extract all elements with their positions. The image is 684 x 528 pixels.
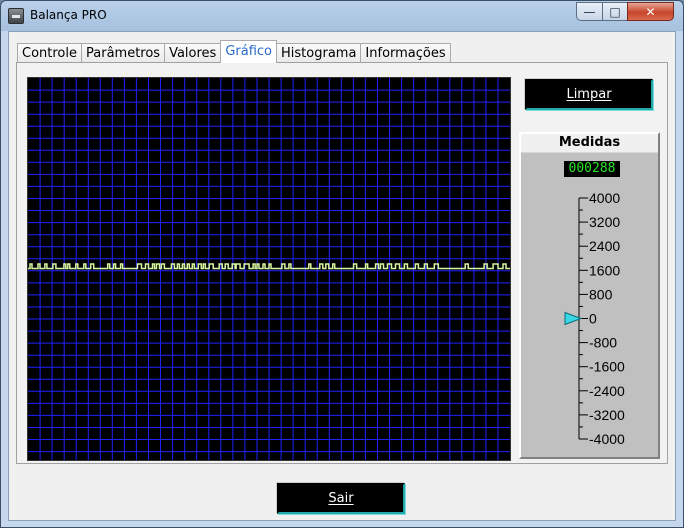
close-button[interactable]: ✕: [627, 2, 674, 21]
tab-controle[interactable]: Controle: [17, 43, 82, 63]
title-bar[interactable]: Balança PRO — □ ✕: [1, 1, 683, 31]
graph-tab-panel: Limpar Medidas 000288 4000 3200 2400 1600 80…: [16, 62, 668, 464]
scale-app-icon[interactable]: [8, 8, 24, 24]
measures-gauge-panel: Medidas 000288 4000 3200 2400 1600 800 0 -800-…: [519, 132, 660, 459]
tab-grafico[interactable]: Gráfico: [220, 40, 278, 63]
graph-canvas: [28, 78, 510, 460]
scale-label: 1600: [589, 262, 620, 278]
tab-strip: Controle Parâmetros Valores Gráfico Hist…: [17, 40, 451, 63]
gauge-scale: 4000 3200 2400 1600 800 0 -800 -1600 -2400 -3200 -…: [564, 190, 625, 447]
maximize-icon: □: [609, 4, 621, 19]
maximize-button[interactable]: □: [602, 2, 628, 21]
exit-button[interactable]: Sair: [277, 483, 405, 514]
scale-label: 800: [589, 286, 613, 302]
minimize-icon: —: [583, 4, 596, 19]
tab-valores[interactable]: Valores: [164, 43, 222, 63]
tab-histograma[interactable]: Histograma: [276, 43, 362, 63]
client-area: Controle Parâmetros Valores Gráfico Hist…: [8, 31, 676, 521]
scale-label: -4000: [589, 431, 625, 447]
scale-label: 4000: [589, 190, 620, 206]
window-title: Balança PRO: [30, 8, 107, 22]
minimize-button[interactable]: —: [576, 2, 603, 21]
scale-label: -3200: [589, 407, 625, 423]
app-window: Balança PRO — □ ✕ Controle Parâmetros Va…: [0, 0, 684, 528]
scale-label: 0: [589, 311, 597, 327]
scale-label: -800: [589, 335, 617, 351]
scale-ticks: 4000 3200 2400 1600 800 0 -800 -1600 -2400 -3200 -…: [579, 190, 625, 447]
scale-label: 2400: [589, 238, 620, 254]
scale-label: -1600: [589, 359, 625, 375]
measurement-graph: [27, 77, 511, 461]
scale-label: 3200: [589, 214, 620, 230]
clear-button-label: Limpar: [566, 87, 612, 102]
clear-button[interactable]: Limpar: [525, 79, 653, 110]
close-icon: ✕: [645, 4, 656, 19]
tab-informacoes[interactable]: Informações: [360, 43, 451, 63]
scale-label: -2400: [589, 383, 625, 399]
exit-button-label: Sair: [328, 491, 354, 506]
tab-parametros[interactable]: Parâmetros: [81, 43, 166, 63]
